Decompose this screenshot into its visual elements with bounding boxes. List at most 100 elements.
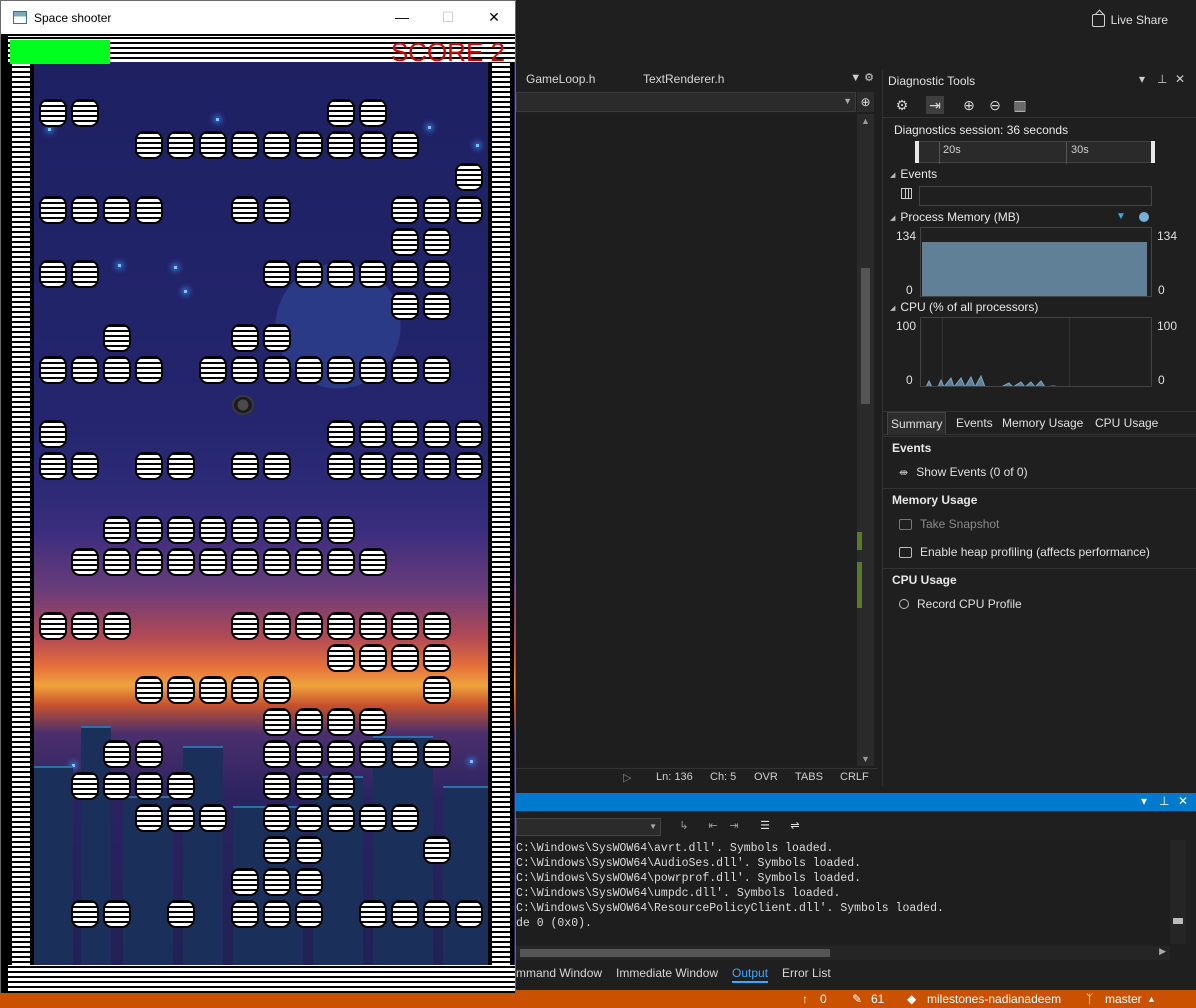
show-events-link[interactable]: ⇼ Show Events (0 of 0)	[899, 465, 1028, 479]
brick-block	[39, 356, 67, 384]
take-snapshot-button[interactable]: Take Snapshot	[899, 517, 999, 531]
gear-icon[interactable]: ⚙	[893, 96, 911, 114]
tab-command-window[interactable]: mmand Window	[516, 966, 602, 980]
tab-summary[interactable]: Summary	[887, 412, 947, 435]
caret-right-icon: ▷	[623, 772, 632, 784]
brick-block	[231, 356, 259, 384]
brick-block	[391, 228, 419, 256]
pending-push-count[interactable]: 0	[820, 992, 827, 1006]
cpu-section-header[interactable]: CPU (% of all processors)	[890, 300, 1038, 314]
output-line: C:\Windows\SysWOW64\powrprof.dll'. Symbo…	[516, 872, 862, 885]
branch-name[interactable]: master	[1105, 992, 1142, 1006]
zoom-out-icon[interactable]: ⊖	[986, 96, 1004, 114]
cpu-axis-max-right: 100	[1157, 319, 1178, 333]
output-source-select[interactable]: ▼	[516, 818, 661, 836]
zoom-in-icon[interactable]: ⊕	[960, 96, 978, 114]
record-icon	[899, 599, 909, 609]
tabs-indicator: TABS	[795, 771, 823, 783]
split-editor-icon[interactable]: ⊕	[857, 92, 874, 112]
brick-block	[391, 740, 419, 768]
tab-textrenderer[interactable]: TextRenderer.h	[643, 72, 724, 86]
brick-block	[167, 548, 195, 576]
next-message-icon[interactable]: ⇥	[726, 819, 742, 833]
brick-block	[391, 196, 419, 224]
events-section-header[interactable]: Events	[890, 167, 937, 181]
brick-block	[263, 740, 291, 768]
brick-block	[39, 612, 67, 640]
clear-all-icon[interactable]: ☰	[757, 819, 773, 833]
line-indicator: Ln: 136	[656, 771, 693, 783]
minimize-button[interactable]: —	[379, 1, 425, 34]
memory-section-header[interactable]: Process Memory (MB)	[890, 210, 1019, 224]
tab-cpu-usage[interactable]: CPU Usage	[1092, 416, 1161, 430]
brick-block	[231, 676, 259, 704]
brick-block	[359, 708, 387, 736]
scroll-up-icon[interactable]: ▲	[861, 116, 870, 126]
close-icon[interactable]: ✕	[1175, 72, 1185, 86]
output-text[interactable]: C:\Windows\SysWOW64\avrt.dll'. Symbols l…	[516, 840, 1170, 944]
heap-profiling-button[interactable]: Enable heap profiling (affects performan…	[899, 545, 1150, 559]
tick	[1066, 142, 1067, 164]
navigation-bar[interactable]: ▼	[516, 92, 856, 112]
editor-status-row: ▷ Ln: 136 Ch: 5 OVR TABS CRLF	[516, 768, 878, 786]
pending-changes-count[interactable]: 61	[871, 992, 884, 1006]
live-share-button[interactable]: Live Share	[1091, 13, 1168, 27]
scroll-right-icon[interactable]: ▶	[1159, 946, 1166, 957]
close-icon[interactable]: ✕	[1178, 794, 1188, 808]
brick-block	[327, 612, 355, 640]
reset-zoom-icon[interactable]: ▥	[1011, 96, 1029, 114]
editor-scrollbar[interactable]: ▲ ▼	[857, 114, 874, 766]
brick-block	[327, 548, 355, 576]
brick-block	[231, 900, 259, 928]
pause-icon[interactable]	[901, 188, 912, 199]
pin-icon[interactable]: ⊥	[1157, 72, 1167, 86]
brick-block	[263, 868, 291, 896]
output-horizontal-scrollbar[interactable]: ▶	[516, 946, 1170, 960]
events-icon: ⇼	[899, 466, 909, 479]
scroll-thumb[interactable]	[1173, 918, 1183, 924]
memory-axis-min-left: 0	[906, 283, 913, 297]
output-vertical-scrollbar[interactable]	[1170, 840, 1186, 944]
tab-immediate-window[interactable]: Immediate Window	[616, 966, 718, 980]
brick-block	[135, 452, 163, 480]
brick-block	[263, 131, 291, 159]
find-message-icon[interactable]: ↳	[676, 819, 692, 833]
timeline-label-20s: 20s	[943, 144, 961, 156]
brick-block	[391, 900, 419, 928]
brick-block	[231, 548, 259, 576]
tab-error-list[interactable]: Error List	[782, 966, 831, 980]
timeline-end-handle[interactable]	[1151, 141, 1155, 163]
output-line: C:\Windows\SysWOW64\avrt.dll'. Symbols l…	[516, 842, 834, 855]
brick-block	[103, 516, 131, 544]
brick-block	[327, 708, 355, 736]
word-wrap-icon[interactable]: ⇌	[787, 819, 803, 833]
brick-block	[199, 804, 227, 832]
tab-gameloop[interactable]: GameLoop.h	[526, 72, 595, 86]
tab-memory-usage[interactable]: Memory Usage	[999, 416, 1086, 430]
scroll-thumb[interactable]	[520, 949, 830, 957]
timeline-start-handle[interactable]	[915, 141, 919, 163]
close-button[interactable]: ✕	[471, 1, 517, 34]
tab-events[interactable]: Events	[953, 416, 996, 430]
repository-name[interactable]: milestones-nadianadeem	[927, 992, 1061, 1006]
export-icon[interactable]: ⇥	[926, 96, 944, 114]
maximize-button[interactable]: ☐	[425, 1, 471, 34]
tab-output[interactable]: Output	[732, 966, 769, 983]
previous-message-icon[interactable]: ⇤	[705, 819, 721, 833]
timeline-ruler[interactable]: 20s 30s	[915, 141, 1155, 164]
snapshot-marker-icon: ▼	[1116, 211, 1126, 222]
cpu-group-header: CPU Usage	[883, 568, 1196, 590]
dropdown-icon[interactable]: ▾	[1139, 72, 1145, 86]
pin-icon[interactable]: ⊥	[1159, 794, 1169, 808]
brick-block	[199, 516, 227, 544]
record-cpu-button[interactable]: Record CPU Profile	[899, 597, 1022, 611]
tab-list-and-settings-icon[interactable]: ▼ ⚙	[850, 71, 874, 84]
game-title-bar[interactable]: Space shooter — ☐ ✕	[1, 1, 515, 34]
line-ending-indicator: CRLF	[840, 771, 869, 783]
code-editor[interactable]	[516, 114, 856, 766]
game-canvas[interactable]: SCORE 2	[8, 36, 515, 991]
chevron-up-icon: ▲	[1147, 994, 1156, 1004]
scroll-down-icon[interactable]: ▼	[861, 754, 870, 764]
dropdown-icon[interactable]: ▾	[1141, 794, 1147, 808]
scroll-thumb[interactable]	[861, 268, 870, 404]
